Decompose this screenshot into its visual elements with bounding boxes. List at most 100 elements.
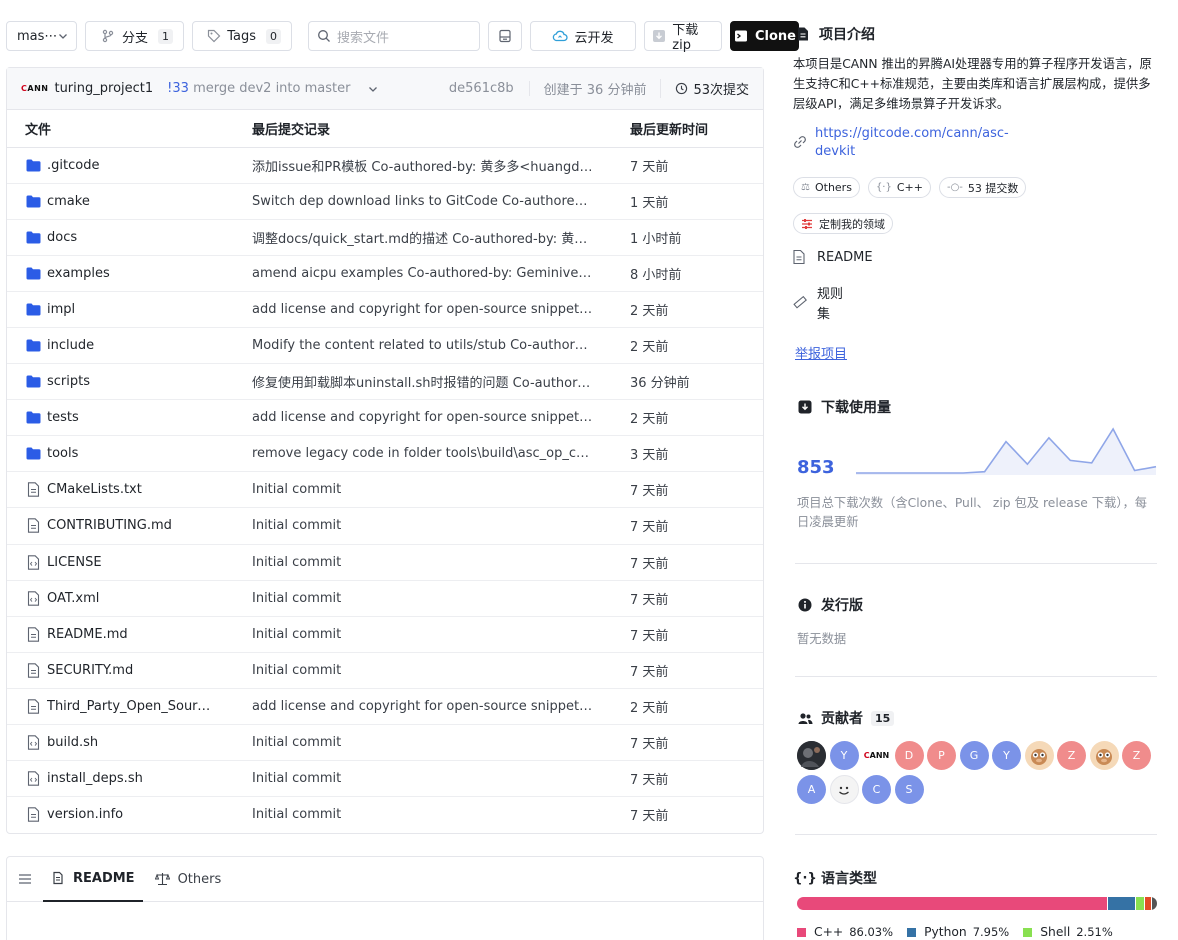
table-row[interactable]: tools remove legacy code in folder tools\… [7, 435, 763, 473]
contributor-avatar[interactable]: A [797, 775, 826, 804]
table-row[interactable]: docs 调整docs/quick_start.md的描述 Co-authored… [7, 219, 763, 256]
custom-domain-chip[interactable]: 定制我的领域 [793, 213, 893, 234]
contributor-avatar[interactable]: Y [992, 741, 1021, 770]
commit-message-link[interactable]: Modify the content related to utils/stub… [252, 338, 595, 353]
commit-message-link[interactable]: Initial commit [252, 663, 341, 678]
menu-icon[interactable] [17, 871, 33, 887]
contributor-avatar[interactable] [797, 741, 826, 770]
download-zip-button[interactable]: 下载zip [644, 21, 722, 53]
file-name-link[interactable]: CMakeLists.txt [47, 482, 142, 497]
table-row[interactable]: version.info Initial commit 7 天前 [7, 797, 763, 833]
file-name-link[interactable]: LICENSE [47, 555, 102, 570]
table-row[interactable]: CONTRIBUTING.md Initial commit 7 天前 [7, 507, 763, 545]
commit-message-link[interactable]: Switch dep download links to GitCode Co-… [252, 194, 595, 209]
commit-message-link[interactable]: Initial commit [252, 482, 341, 497]
contributor-avatar[interactable]: D [894, 741, 924, 770]
table-row[interactable]: SECURITY.md Initial commit 7 天前 [7, 652, 763, 689]
cloud-dev-button[interactable]: 云开发 [530, 21, 636, 51]
contributor-avatar[interactable]: Z [1122, 741, 1151, 770]
license-chip[interactable]: ⚖ Others [793, 177, 860, 198]
table-row[interactable]: CMakeLists.txt Initial commit 7 天前 [7, 471, 763, 509]
file-name-link[interactable]: install_deps.sh [47, 771, 143, 786]
file-name-link[interactable]: tests [47, 410, 79, 425]
chevron-down-icon[interactable] [368, 84, 378, 94]
file-name-link[interactable]: docs [47, 230, 77, 245]
file-search-input[interactable]: 搜索文件 [308, 21, 480, 51]
commit-message-link[interactable]: 修复使用卸载脚本uninstall.sh时报错的问题 Co-authored-… [252, 372, 595, 391]
sidebar-readme-link[interactable]: README [793, 249, 873, 268]
file-name-link[interactable]: version.info [47, 807, 123, 822]
commit-message-link[interactable]: add license and copyright for open-sourc… [252, 699, 595, 714]
table-row[interactable]: impl add license and copyright for open-s… [7, 291, 763, 328]
file-name-link[interactable]: impl [47, 302, 75, 317]
file-name-link[interactable]: OAT.xml [47, 591, 99, 606]
file-name-link[interactable]: SECURITY.md [47, 663, 133, 678]
table-row[interactable]: LICENSE Initial commit 7 天前 [7, 544, 763, 581]
commit-message-link[interactable]: Initial commit [252, 591, 341, 606]
file-name-link[interactable]: scripts [47, 374, 90, 389]
table-row[interactable]: OAT.xml Initial commit 7 天前 [7, 580, 763, 617]
commit-author[interactable]: turing_project1 [54, 81, 153, 96]
contributor-avatar[interactable] [1024, 741, 1054, 770]
table-row[interactable]: build.sh Initial commit 7 天前 [7, 724, 763, 762]
contributor-avatar[interactable]: G [959, 741, 989, 770]
commit-message-link[interactable]: add license and copyright for open-sourc… [252, 410, 595, 425]
clone-button[interactable]: Clone [730, 21, 799, 51]
commit-message-link[interactable]: add license and copyright for open-sourc… [252, 302, 595, 317]
file-name-link[interactable]: examples [47, 266, 110, 281]
tags-button[interactable]: Tags 0 [192, 21, 292, 51]
tab-license[interactable]: Others [147, 857, 230, 902]
table-row[interactable]: examples amend aicpu examples Co-authored… [7, 255, 763, 292]
table-row[interactable]: Third_Party_Open_Source… add license and … [7, 688, 763, 726]
update-time-cell: 7 天前 [630, 507, 763, 545]
contributor-avatar[interactable]: C ANN [862, 741, 891, 770]
language-chip[interactable]: {·} C++ [867, 177, 931, 198]
file-name-cell: Third_Party_Open_Source… [7, 688, 252, 726]
table-row[interactable]: README.md Initial commit 7 天前 [7, 616, 763, 653]
file-name-link[interactable]: include [47, 338, 94, 353]
table-row[interactable]: scripts 修复使用卸载脚本uninstall.sh时报错的问题 Co-aut… [7, 363, 763, 401]
column-header-file: 文件 [7, 110, 252, 148]
commit-message-link[interactable]: 调整docs/quick_start.md的描述 Co-authored-by:… [252, 228, 595, 247]
commit-message-link[interactable]: 添加issue和PR模板 Co-authored-by: 黄多多<huangdu… [252, 156, 595, 175]
commit-message-link[interactable]: remove legacy code in folder tools\build… [252, 446, 595, 461]
repo-homepage-link[interactable]: https://gitcode.com/cann/asc-devkit [815, 125, 1009, 161]
sidebar-rules-link[interactable]: 规则集 [793, 285, 845, 325]
contributor-avatar[interactable]: Y [829, 741, 859, 770]
file-name-link[interactable]: Third_Party_Open_Source… [47, 699, 217, 714]
commit-hash[interactable]: de561c8b [449, 81, 530, 96]
table-row[interactable]: include Modify the content related to uti… [7, 327, 763, 365]
contributor-avatar[interactable] [829, 775, 859, 804]
contributor-avatar[interactable]: C [862, 775, 891, 804]
file-name-link[interactable]: build.sh [47, 735, 98, 750]
file-name-link[interactable]: .gitcode [47, 158, 99, 173]
contributor-avatar[interactable]: P [927, 741, 956, 770]
commit-message-link[interactable]: Initial commit [252, 771, 341, 786]
commit-message-link[interactable]: Initial commit [252, 555, 341, 570]
file-name-link[interactable]: tools [47, 446, 78, 461]
commits-chip[interactable]: -○- 53 提交数 [938, 177, 1027, 198]
branch-select[interactable]: mas⋯ [6, 21, 77, 51]
table-row[interactable]: install_deps.sh Initial commit 7 天前 [7, 760, 763, 798]
commit-message[interactable]: !33 merge dev2 into master [167, 81, 350, 96]
contributor-avatar[interactable] [1089, 741, 1119, 770]
report-project-link[interactable]: 举报项目 [795, 343, 847, 362]
commit-message-link[interactable]: Initial commit [252, 518, 341, 533]
commit-message-link[interactable]: Initial commit [252, 735, 341, 750]
branches-button[interactable]: 分支 1 [85, 21, 184, 51]
table-row[interactable]: .gitcode 添加issue和PR模板 Co-authored-by: 黄多多… [7, 147, 763, 184]
commit-issue-link[interactable]: !33 [167, 81, 189, 96]
tab-readme[interactable]: README [43, 857, 143, 902]
commit-message-link[interactable]: Initial commit [252, 627, 341, 642]
file-name-link[interactable]: README.md [47, 627, 128, 642]
web-ide-button[interactable] [488, 21, 522, 51]
contributor-avatar[interactable]: Z [1057, 741, 1086, 770]
file-name-link[interactable]: CONTRIBUTING.md [47, 518, 172, 533]
table-row[interactable]: tests add license and copyright for open-… [7, 399, 763, 437]
file-name-link[interactable]: cmake [47, 194, 90, 209]
commit-message-link[interactable]: Initial commit [252, 807, 341, 822]
table-row[interactable]: cmake Switch dep download links to GitCod… [7, 183, 763, 220]
commit-count-link[interactable]: 53次提交 [661, 79, 749, 98]
commit-message-link[interactable]: amend aicpu examples Co-authored-by: Gem… [252, 266, 595, 281]
contributor-avatar[interactable]: S [894, 775, 924, 804]
